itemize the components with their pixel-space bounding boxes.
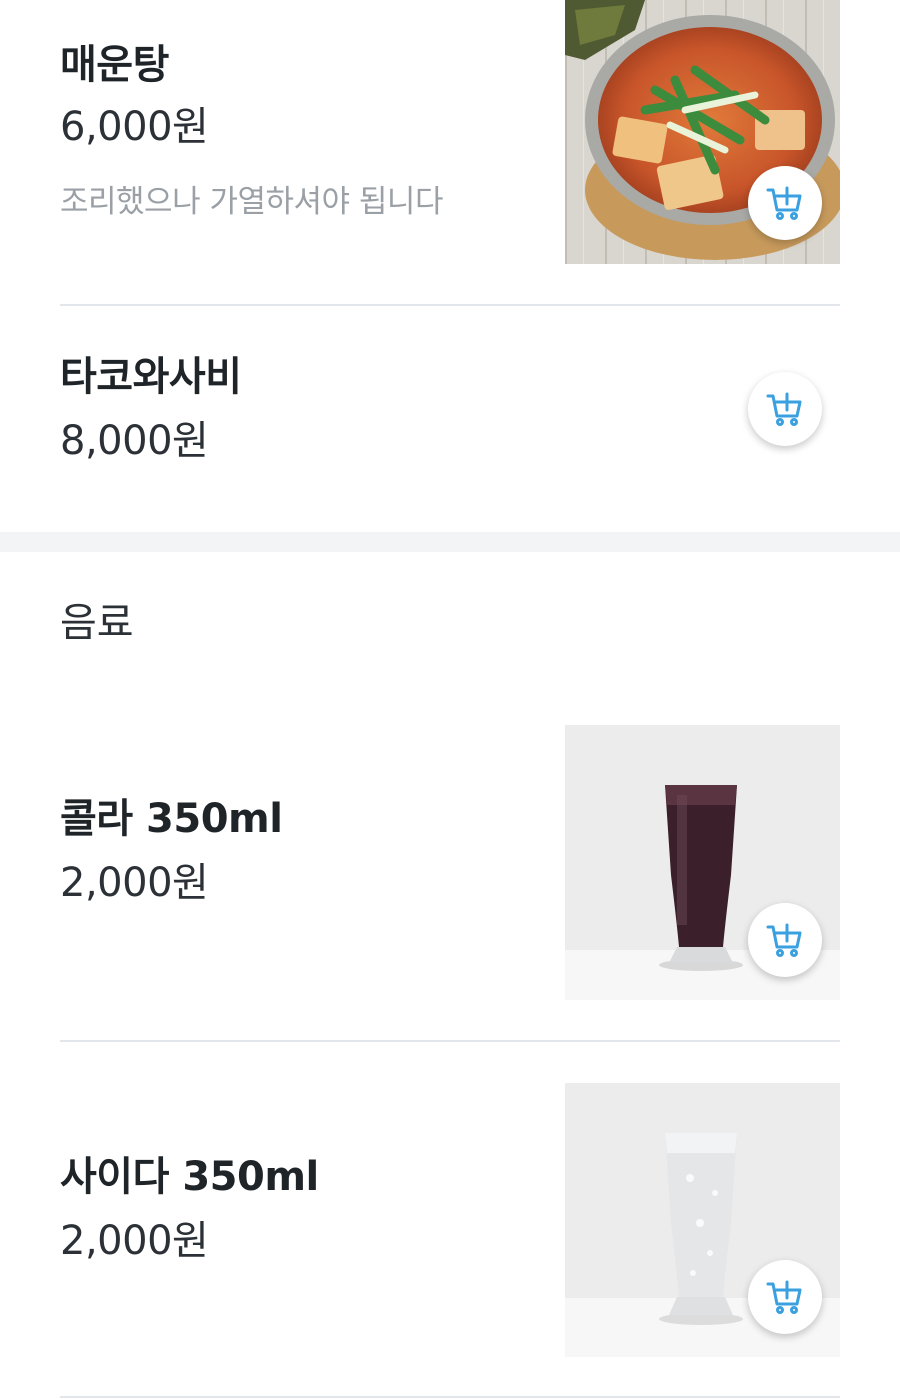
- cart-add-icon: [766, 1280, 802, 1314]
- item-name: 매운탕: [60, 42, 169, 88]
- item-name: 타코와사비: [60, 354, 242, 400]
- item-description: 조리했으나 가열하셔야 됩니다: [60, 184, 443, 220]
- menu-item-cider[interactable]: 사이다 350ml 2,000원: [0, 1042, 900, 1397]
- menu-item-maeuntang[interactable]: 매운탕 6,000원 조리했으나 가열하셔야 됩니다: [0, 0, 900, 304]
- section-separator: [0, 532, 900, 552]
- item-name: 사이다 350ml: [60, 1154, 319, 1200]
- item-price: 8,000원: [60, 418, 209, 464]
- cart-add-icon: [766, 923, 802, 957]
- menu-item-takowasabi[interactable]: 타코와사비 8,000원: [0, 306, 900, 532]
- cart-add-icon: [766, 186, 802, 220]
- item-price: 2,000원: [60, 1218, 209, 1264]
- divider: [60, 1396, 840, 1398]
- add-to-cart-button[interactable]: [748, 372, 822, 446]
- cart-add-icon: [766, 392, 802, 426]
- item-price: 2,000원: [60, 860, 209, 906]
- section-title-drinks: 음료: [60, 600, 134, 646]
- item-price: 6,000원: [60, 104, 209, 150]
- add-to-cart-button[interactable]: [748, 903, 822, 977]
- add-to-cart-button[interactable]: [748, 166, 822, 240]
- item-name: 콜라 350ml: [60, 796, 283, 842]
- add-to-cart-button[interactable]: [748, 1260, 822, 1334]
- menu-item-cola[interactable]: 콜라 350ml 2,000원: [0, 700, 900, 1040]
